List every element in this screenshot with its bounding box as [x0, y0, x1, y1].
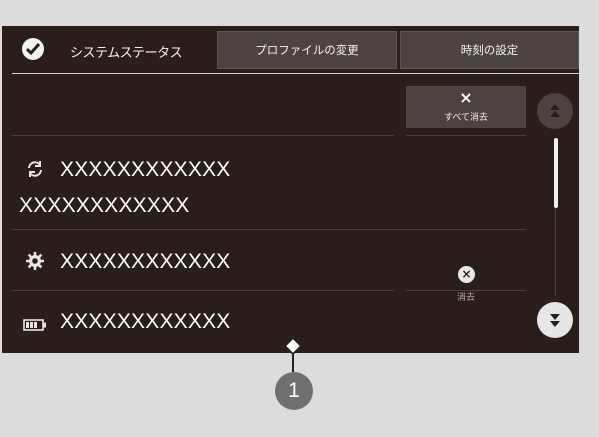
double-chevron-down-icon	[550, 314, 560, 327]
battery-icon	[23, 316, 47, 335]
header-bar: システムステータス プロファイルの変更 時刻の設定	[2, 26, 579, 75]
close-icon: ×	[458, 266, 475, 283]
clear-all-button[interactable]: × すべて消去	[406, 86, 526, 128]
check-icon	[22, 38, 44, 60]
notification-text: XXXXXXXXXXXX	[60, 310, 231, 333]
clear-all-label: すべて消去	[443, 113, 488, 123]
notification-text-cont: XXXXXXXXXXXX	[19, 194, 190, 217]
callout-number: 1	[275, 372, 313, 410]
dismiss-button[interactable]: × 消去	[406, 258, 526, 308]
close-icon: ×	[459, 88, 473, 107]
system-status-screen: システムステータス プロファイルの変更 時刻の設定 × すべて消去 XXXXXX…	[2, 26, 579, 353]
sync-icon	[26, 160, 44, 182]
notification-text: XXXXXXXXXXXX	[60, 250, 231, 273]
divider	[12, 290, 394, 291]
gear-icon	[25, 251, 45, 275]
scrollbar-thumb[interactable]	[554, 138, 558, 208]
clock-settings-button[interactable]: 時刻の設定	[400, 31, 579, 69]
double-chevron-up-icon	[550, 104, 560, 117]
divider	[406, 135, 526, 136]
scroll-top-button[interactable]	[537, 93, 573, 129]
dismiss-label: 消去	[456, 293, 475, 303]
divider	[12, 229, 526, 230]
divider	[12, 135, 394, 136]
change-profile-button[interactable]: プロファイルの変更	[217, 31, 397, 69]
header-divider	[12, 73, 579, 74]
notification-text: XXXXXXXXXXXX	[60, 158, 231, 181]
scroll-bottom-button[interactable]	[537, 302, 573, 338]
page-title: システムステータス	[70, 46, 183, 61]
